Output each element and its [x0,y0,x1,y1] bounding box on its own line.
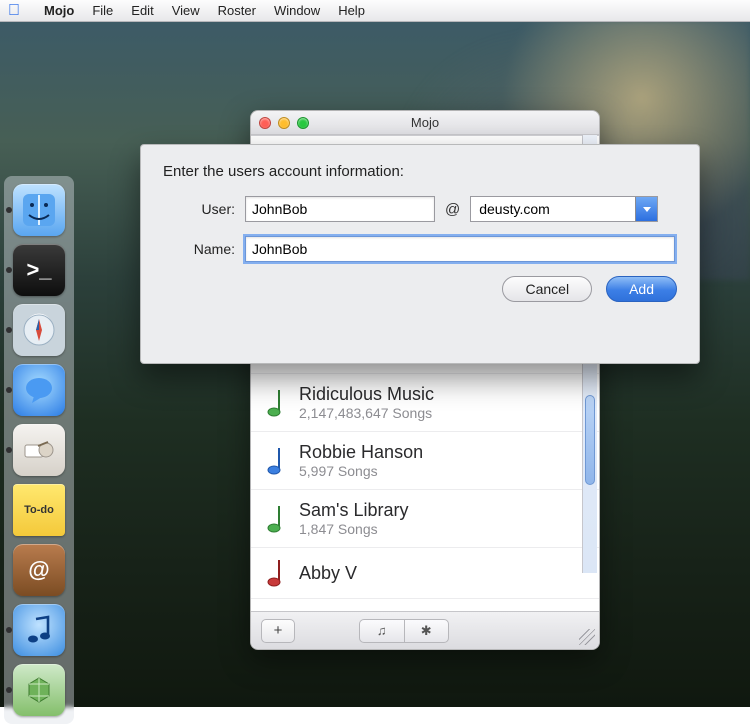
window-bottom-toolbar: + ♫ ✱ [251,611,599,649]
dock-mojo[interactable] [13,664,65,716]
add-button[interactable]: + [261,619,295,643]
dock-address-book[interactable]: @ [13,544,65,596]
menu-roster[interactable]: Roster [218,3,256,18]
library-row[interactable]: Abby V [251,548,599,599]
music-note-icon [265,558,287,588]
scrollbar-thumb[interactable] [585,395,595,485]
library-name: Robbie Hanson [299,442,423,463]
menu-window[interactable]: Window [274,3,320,18]
dock-stickies[interactable]: To-do [13,484,65,536]
dock: >_ To-do @ [4,176,74,724]
dock-itunes[interactable] [13,604,65,656]
running-indicator-icon [6,207,12,213]
running-indicator-icon [6,327,12,333]
music-note-icon [265,388,287,418]
menu-bar:  Mojo File Edit View Roster Window Help [0,0,750,22]
app-menu[interactable]: Mojo [44,3,74,18]
add-button-label: Add [629,281,654,297]
name-input[interactable] [245,236,675,262]
settings-view-button[interactable]: ✱ [404,619,450,643]
name-label: Name: [163,241,235,257]
segmented-control[interactable]: ♫ ✱ [359,619,449,643]
add-user-sheet: Enter the users account information: Use… [140,144,700,364]
cancel-button-label: Cancel [525,281,569,297]
cancel-button[interactable]: Cancel [502,276,592,302]
running-indicator-icon [6,447,12,453]
dock-terminal[interactable]: >_ [13,244,65,296]
window-titlebar[interactable]: Mojo [251,111,599,135]
library-sub: 5,997 Songs [299,463,423,479]
library-sub: 2,147,483,647 Songs [299,405,434,421]
library-name: Abby V [299,563,357,584]
at-symbol: @ [445,201,460,218]
library-sub: 1,847 Songs [299,521,408,537]
user-label: User: [163,201,235,217]
menu-help[interactable]: Help [338,3,365,18]
add-button-primary[interactable]: Add [606,276,677,302]
domain-combobox[interactable]: deusty.com [470,196,658,222]
chevron-down-icon[interactable] [635,197,657,221]
music-note-icon [265,446,287,476]
running-indicator-icon [6,687,12,693]
running-indicator-icon [6,627,12,633]
library-row[interactable]: Ridiculous Music 2,147,483,647 Songs [251,374,599,432]
dock-ichat[interactable] [13,364,65,416]
music-view-button[interactable]: ♫ [359,619,404,643]
dock-safari[interactable] [13,304,65,356]
sheet-heading: Enter the users account information: [163,163,677,180]
dock-finder[interactable] [13,184,65,236]
running-indicator-icon [6,267,12,273]
gear-icon: ✱ [421,623,432,639]
resize-grip-icon[interactable] [579,629,595,645]
menu-view[interactable]: View [172,3,200,18]
library-name: Sam's Library [299,500,408,521]
dock-mail[interactable] [13,424,65,476]
menu-file[interactable]: File [92,3,113,18]
library-row[interactable]: Sam's Library 1,847 Songs [251,490,599,548]
running-indicator-icon [6,387,12,393]
music-icon: ♫ [377,623,387,638]
user-input[interactable] [245,196,435,222]
menu-edit[interactable]: Edit [131,3,153,18]
domain-value: deusty.com [479,201,635,217]
library-row[interactable]: Robbie Hanson 5,997 Songs [251,432,599,490]
plus-icon: + [274,622,283,639]
window-title: Mojo [251,115,599,130]
library-name: Ridiculous Music [299,384,434,405]
apple-menu-icon[interactable]:  [8,3,20,19]
music-note-icon [265,504,287,534]
